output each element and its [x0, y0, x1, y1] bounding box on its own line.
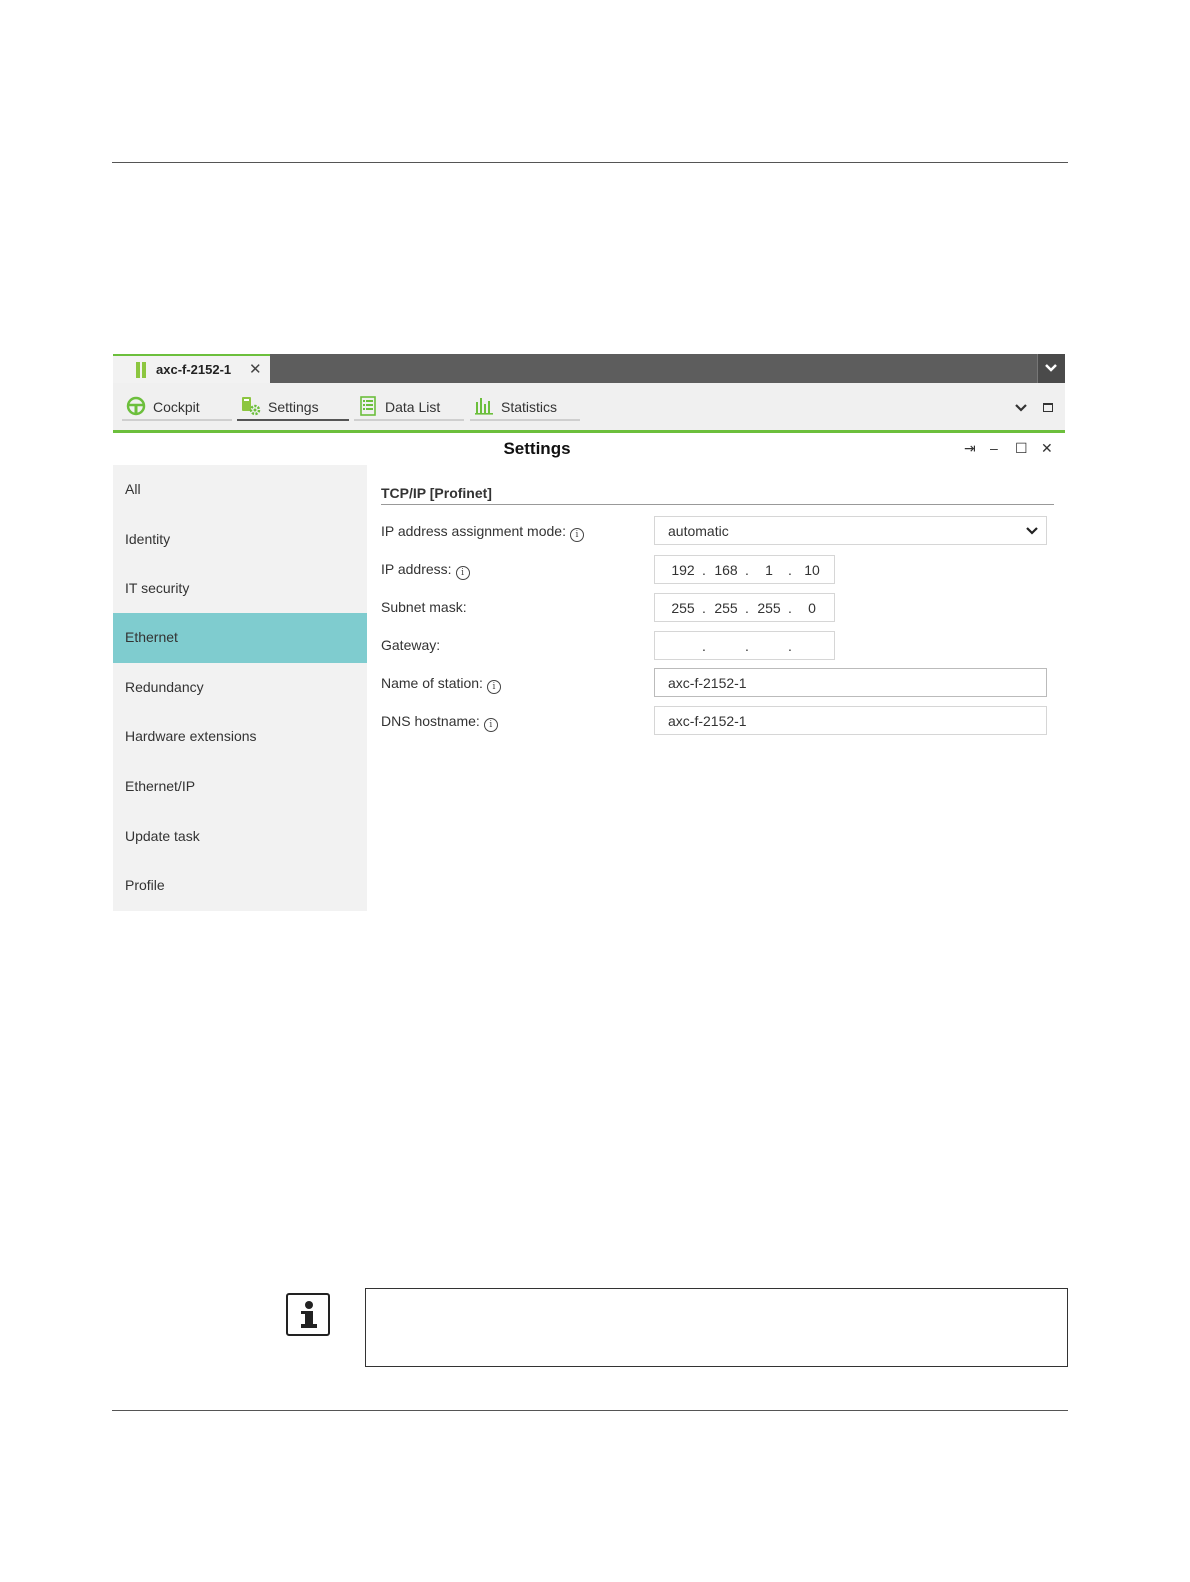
sidebar-item-label: IT security — [125, 580, 190, 596]
assignment-mode-label: IP address assignment mode: i — [381, 523, 584, 542]
sidebar-item-it-security[interactable]: IT security — [113, 564, 367, 614]
tab-label: Cockpit — [153, 399, 200, 415]
tab-data-list[interactable]: Data List — [354, 395, 464, 421]
ip-separator: . — [745, 600, 749, 616]
panel-title: Settings — [503, 439, 571, 458]
ip-octet-2[interactable]: 168 — [711, 562, 741, 578]
sidebar-item-hardware-extensions[interactable]: Hardware extensions — [113, 712, 367, 762]
assignment-mode-value: automatic — [668, 523, 729, 539]
sidebar-item-label: All — [125, 481, 141, 497]
view-tab-bar: Cockpit Settings Data List Statistics — [113, 383, 1065, 431]
dns-hostname-input[interactable]: axc-f-2152-1 — [654, 706, 1047, 735]
ip-separator: . — [788, 638, 792, 654]
ip-separator: . — [745, 562, 749, 578]
sidebar-item-identity[interactable]: Identity — [113, 515, 367, 565]
pin-icon[interactable]: ⇥ — [964, 440, 976, 457]
assignment-mode-select[interactable]: automatic — [654, 516, 1047, 545]
sidebar-item-update-task[interactable]: Update task — [113, 812, 367, 862]
sidebar-item-redundancy[interactable]: Redundancy — [113, 663, 367, 713]
ip-octet-3[interactable]: 1 — [754, 562, 784, 578]
ip-separator: . — [702, 562, 706, 578]
ip-separator: . — [788, 562, 792, 578]
info-icon[interactable]: i — [486, 680, 501, 694]
sidebar-item-label: Ethernet — [125, 629, 178, 645]
subnet-octet-2[interactable]: 255 — [711, 600, 741, 616]
sidebar-item-label: Redundancy — [125, 679, 204, 695]
tab-list-dropdown-button[interactable] — [1037, 354, 1065, 383]
bar-chart-icon — [475, 398, 493, 415]
sidebar-item-label: Ethernet/IP — [125, 778, 196, 794]
sidebar-item-label: Identity — [125, 531, 171, 547]
document-tab-title: axc-f-2152-1 — [156, 362, 232, 377]
settings-gear-icon — [242, 397, 261, 416]
ip-separator: . — [702, 638, 706, 654]
info-icon[interactable]: i — [483, 718, 498, 732]
chevron-down-icon — [1045, 364, 1057, 372]
subnet-mask-label: Subnet mask: — [381, 599, 467, 615]
ip-address-input[interactable]: 192 . 168 . 1 . 10 — [654, 555, 835, 584]
settings-category-sidebar: All Identity IT security Ethernet Redund… — [113, 465, 367, 911]
info-icon[interactable]: i — [455, 566, 470, 580]
document-tab[interactable]: axc-f-2152-1 ✕ — [113, 354, 270, 383]
ip-octet-1[interactable]: 192 — [668, 562, 698, 578]
gateway-input[interactable]: . . . — [654, 631, 835, 660]
dns-hostname-value: axc-f-2152-1 — [668, 713, 747, 729]
steering-wheel-icon — [126, 396, 146, 416]
station-name-label: Name of station: i — [381, 675, 501, 694]
sidebar-item-ethernet[interactable]: Ethernet — [113, 613, 367, 663]
ip-octet-4[interactable]: 10 — [797, 562, 827, 578]
ip-separator: . — [788, 600, 792, 616]
page-bottom-rule — [112, 1410, 1068, 1411]
subnet-octet-4[interactable]: 0 — [797, 600, 827, 616]
sidebar-item-label: Profile — [125, 877, 165, 893]
info-icon[interactable]: i — [569, 528, 584, 542]
chevron-down-icon — [1026, 527, 1038, 535]
chevron-down-icon[interactable] — [1015, 403, 1027, 413]
sidebar-item-profile[interactable]: Profile — [113, 861, 367, 911]
tab-label: Settings — [268, 399, 319, 415]
section-divider — [381, 504, 1054, 505]
device-icon — [136, 362, 146, 378]
gateway-label: Gateway: — [381, 637, 441, 653]
sidebar-item-label: Update task — [125, 828, 200, 844]
close-icon[interactable]: ✕ — [249, 360, 262, 378]
sidebar-item-all[interactable]: All — [113, 465, 367, 515]
page-top-rule — [112, 162, 1068, 163]
tab-label: Data List — [385, 399, 441, 415]
close-icon[interactable]: ✕ — [1041, 440, 1053, 457]
ip-address-label: IP address: i — [381, 561, 470, 580]
dns-hostname-label: DNS hostname: i — [381, 713, 498, 732]
sidebar-item-ethernet-ip[interactable]: Ethernet/IP — [113, 762, 367, 812]
ip-separator: . — [702, 600, 706, 616]
subnet-octet-1[interactable]: 255 — [668, 600, 698, 616]
tab-settings[interactable]: Settings — [237, 395, 349, 421]
tab-cockpit[interactable]: Cockpit — [122, 395, 232, 421]
ip-separator: . — [745, 638, 749, 654]
maximize-view-icon[interactable] — [1043, 403, 1053, 412]
maximize-icon[interactable]: ☐ — [1015, 440, 1028, 457]
station-name-value: axc-f-2152-1 — [668, 675, 747, 691]
info-note-icon — [286, 1293, 330, 1336]
tab-label: Statistics — [501, 399, 558, 415]
tab-statistics[interactable]: Statistics — [470, 395, 580, 421]
app-window: axc-f-2152-1 ✕ Cockpit Settings Data Lis… — [113, 354, 1065, 911]
minimize-icon[interactable]: – — [990, 440, 998, 456]
subnet-mask-input[interactable]: 255 . 255 . 255 . 0 — [654, 593, 835, 622]
accent-divider — [113, 430, 1065, 433]
section-title: TCP/IP [Profinet] — [381, 485, 492, 501]
list-icon — [360, 396, 376, 416]
subnet-octet-3[interactable]: 255 — [754, 600, 784, 616]
station-name-input[interactable]: axc-f-2152-1 — [654, 668, 1047, 697]
document-tab-bar: axc-f-2152-1 ✕ — [113, 354, 1065, 383]
info-note-box — [365, 1288, 1068, 1367]
sidebar-item-label: Hardware extensions — [125, 728, 257, 744]
